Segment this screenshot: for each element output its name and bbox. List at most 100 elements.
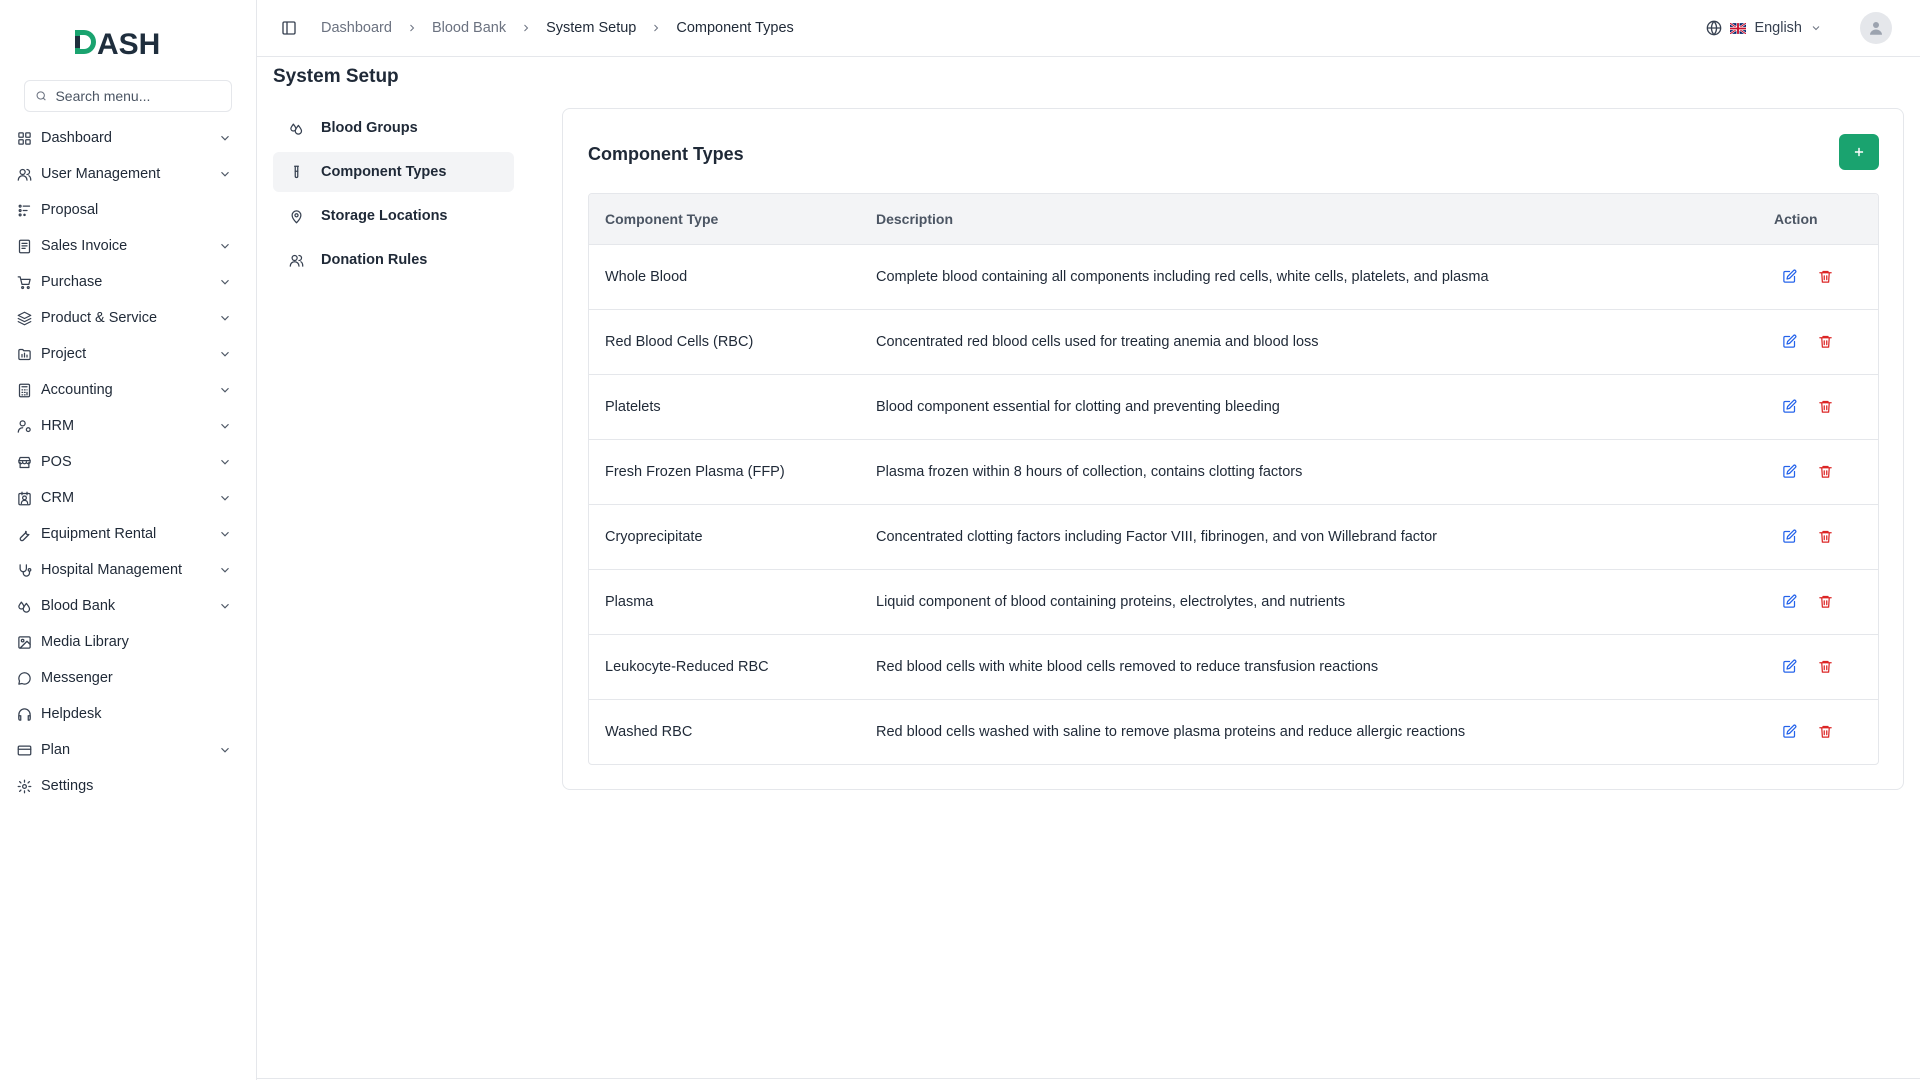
edit-button[interactable]: [1781, 399, 1797, 415]
search-input[interactable]: [55, 88, 221, 104]
sidebar-item-messenger[interactable]: Messenger: [0, 660, 256, 696]
edit-button[interactable]: [1781, 529, 1797, 545]
sidebar-toggle-button[interactable]: [277, 16, 301, 40]
edit-icon: [1782, 334, 1796, 348]
edit-button[interactable]: [1781, 269, 1797, 285]
delete-button[interactable]: [1817, 724, 1833, 740]
breadcrumb-item[interactable]: System Setup: [546, 20, 636, 36]
header-component-type[interactable]: Component Type: [589, 194, 860, 245]
grid-icon: [17, 131, 31, 145]
breadcrumb-item[interactable]: Blood Bank: [432, 20, 506, 36]
headphones-icon: [17, 707, 31, 721]
cell-description: Concentrated red blood cells used for tr…: [860, 309, 1758, 375]
cell-component-type: Cryoprecipitate: [589, 504, 860, 570]
sidebar-item-pos[interactable]: POS: [0, 444, 256, 480]
table-row: Fresh Frozen Plasma (FFP) Plasma frozen w…: [589, 439, 1878, 505]
edit-icon: [1782, 269, 1796, 283]
cell-actions: [1758, 634, 1878, 700]
sidebar-item-accounting[interactable]: Accounting: [0, 372, 256, 408]
sidebar-item-blood-bank[interactable]: Blood Bank: [0, 588, 256, 624]
sidebar-item-equipment-rental[interactable]: Equipment Rental: [0, 516, 256, 552]
sidebar-item-sales-invoice[interactable]: Sales Invoice: [0, 228, 256, 264]
sidebar-item-hospital-management[interactable]: Hospital Management: [0, 552, 256, 588]
sidebar-item-icon: [16, 202, 32, 218]
delete-button[interactable]: [1817, 269, 1833, 285]
sidebar-item-label: Hospital Management: [41, 562, 183, 578]
subnav-item-label: Component Types: [321, 164, 447, 180]
breadcrumb-separator-icon: [650, 22, 662, 34]
avatar[interactable]: [1860, 12, 1892, 44]
subnav-item-storage-locations[interactable]: Storage Locations: [273, 196, 514, 236]
add-component-type-button[interactable]: [1839, 134, 1879, 170]
chevron-down-icon: [218, 491, 232, 505]
subnav-item-icon: [289, 208, 305, 224]
sidebar-item-icon: [16, 742, 32, 758]
delete-button[interactable]: [1817, 334, 1833, 350]
sidebar-item-hrm[interactable]: HRM: [0, 408, 256, 444]
table-row: Whole Blood Complete blood containing all…: [589, 244, 1878, 310]
subnav-item-blood-groups[interactable]: Blood Groups: [273, 108, 514, 148]
table-row: Cryoprecipitate Concentrated clotting fac…: [589, 504, 1878, 570]
sidebar-item-purchase[interactable]: Purchase: [0, 264, 256, 300]
table-row: Red Blood Cells (RBC) Concentrated red bl…: [589, 309, 1878, 375]
sidebar-item-label: Project: [41, 346, 87, 362]
sidebar-item-label: Media Library: [41, 634, 129, 650]
language-label: English: [1754, 20, 1802, 36]
cell-component-type: Red Blood Cells (RBC): [589, 309, 860, 375]
sidebar-nav: Dashboard User Management Proposal Sales In…: [0, 120, 256, 804]
user-cog-icon: [17, 419, 31, 433]
sidebar-item-dashboard[interactable]: Dashboard: [0, 120, 256, 156]
sidebar-item-media-library[interactable]: Media Library: [0, 624, 256, 660]
edit-button[interactable]: [1781, 724, 1797, 740]
sidebar-item-label: Purchase: [41, 274, 103, 290]
table-row: Platelets Blood component essential for c…: [589, 374, 1878, 440]
panel-left-icon: [282, 21, 296, 35]
cell-description: Concentrated clotting factors including …: [860, 504, 1758, 570]
breadcrumb: Dashboard Blood Bank System Setup Component…: [321, 20, 794, 36]
subnav-item-donation-rules[interactable]: Donation Rules: [273, 240, 514, 280]
sidebar-item-icon: [16, 454, 32, 470]
delete-button[interactable]: [1817, 659, 1833, 675]
sidebar-item-label: Blood Bank: [41, 598, 116, 614]
trash-icon: [1818, 660, 1832, 673]
trash-icon: [1818, 270, 1832, 283]
sidebar-item-proposal[interactable]: Proposal: [0, 192, 256, 228]
delete-button[interactable]: [1817, 529, 1833, 545]
header-description[interactable]: Description: [860, 194, 1758, 245]
trash-icon: [1818, 530, 1832, 543]
edit-button[interactable]: [1781, 594, 1797, 610]
delete-button[interactable]: [1817, 594, 1833, 610]
sidebar-item-plan[interactable]: Plan: [0, 732, 256, 768]
logo[interactable]: ASH: [0, 0, 256, 80]
edit-icon: [1782, 659, 1796, 673]
cell-component-type: Fresh Frozen Plasma (FFP): [589, 439, 860, 505]
language-selector[interactable]: English: [1706, 20, 1822, 36]
calculator-icon: [18, 383, 30, 397]
chevron-down-icon: [218, 131, 232, 145]
subnav-item-icon: [289, 120, 305, 136]
sidebar-item-user-management[interactable]: User Management: [0, 156, 256, 192]
sidebar-item-icon: [16, 634, 32, 650]
delete-button[interactable]: [1817, 464, 1833, 480]
system-setup-nav: Blood Groups Component Types Storage Locat…: [273, 108, 514, 284]
image-icon: [17, 635, 31, 649]
edit-button[interactable]: [1781, 659, 1797, 675]
search-box[interactable]: [24, 80, 232, 112]
proposal-icon: [18, 204, 30, 216]
edit-icon: [1782, 529, 1796, 543]
sidebar-item-label: Product & Service: [41, 310, 158, 326]
edit-button[interactable]: [1781, 464, 1797, 480]
header-action: Action: [1758, 194, 1878, 245]
edit-button[interactable]: [1781, 334, 1797, 350]
sidebar-item-icon: [16, 382, 32, 398]
sidebar-item-project[interactable]: Project: [0, 336, 256, 372]
sidebar-item-helpdesk[interactable]: Helpdesk: [0, 696, 256, 732]
users-icon: [289, 254, 304, 267]
sidebar-item-product-and-service[interactable]: Product & Service: [0, 300, 256, 336]
delete-button[interactable]: [1817, 399, 1833, 415]
breadcrumb-item[interactable]: Dashboard: [321, 20, 392, 36]
subnav-item-component-types[interactable]: Component Types: [273, 152, 514, 192]
cart-icon: [17, 275, 31, 289]
sidebar-item-crm[interactable]: CRM: [0, 480, 256, 516]
sidebar-item-settings[interactable]: Settings: [0, 768, 256, 804]
